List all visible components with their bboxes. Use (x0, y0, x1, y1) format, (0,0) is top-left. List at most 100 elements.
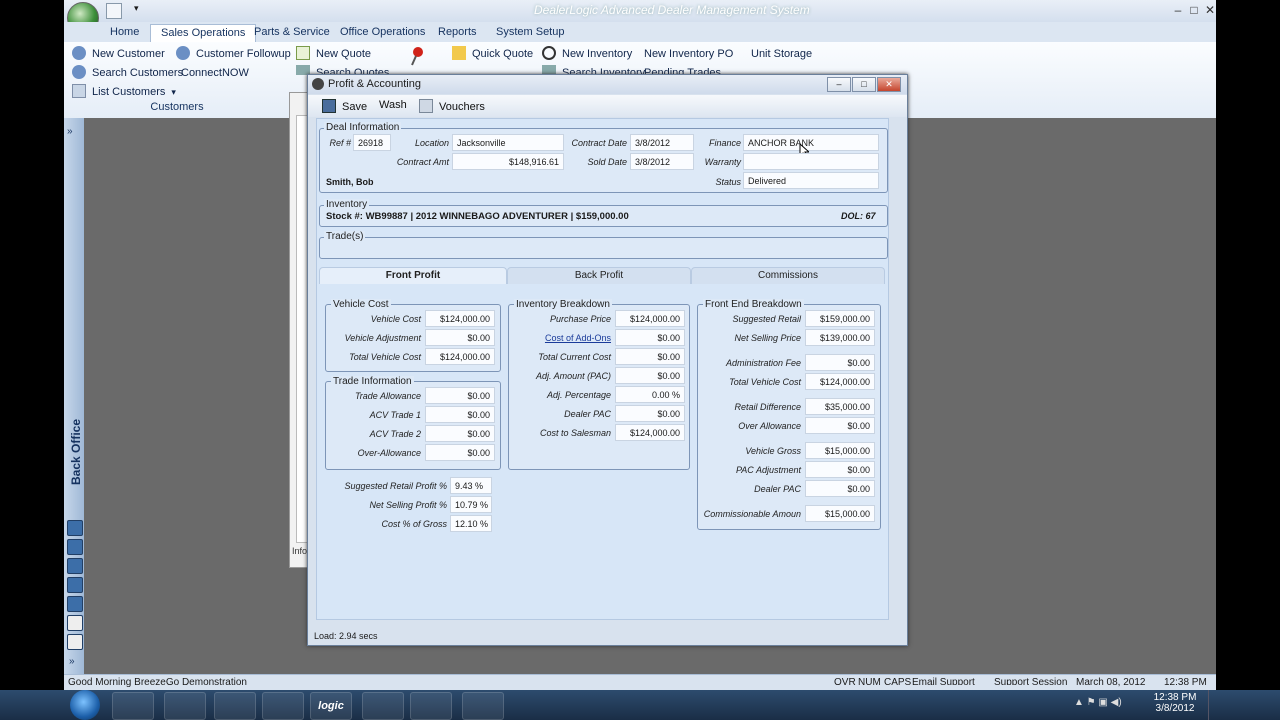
dialog-maximize-icon[interactable]: □ (852, 77, 876, 92)
trade-allowance-field[interactable]: $0.00 (425, 387, 495, 404)
suggested-retail-profit-field[interactable]: 9.43 % (450, 477, 492, 494)
browser-icon[interactable] (410, 692, 452, 720)
tab-back-profit[interactable]: Back Profit (507, 267, 691, 284)
tab-office-operations[interactable]: Office Operations (330, 24, 435, 41)
quick-quote-button[interactable]: Quick Quote (452, 46, 533, 62)
cost-of-add-ons-label[interactable]: Cost of Add-Ons (545, 333, 611, 343)
close-icon[interactable]: ✕ (1202, 2, 1218, 18)
vehicle-cost-field[interactable]: $124,000.00 (425, 310, 495, 327)
fe-total-vehicle-cost-field[interactable]: $124,000.00 (805, 373, 875, 390)
outlook-icon[interactable] (214, 692, 256, 720)
connect-now-button[interactable]: ConnectNOW (181, 65, 249, 81)
network-icon[interactable] (164, 692, 206, 720)
left-rail: » Back Office » (64, 118, 84, 674)
contract-amt-field[interactable]: $148,916.61 (452, 153, 564, 170)
rail-more-icon[interactable]: » (69, 656, 75, 667)
rail-icon-5[interactable] (67, 596, 83, 612)
adj-amount-field[interactable]: $0.00 (615, 367, 685, 384)
rail-icon-4[interactable] (67, 577, 83, 593)
dialog-close-icon[interactable]: ✕ (877, 77, 901, 92)
vehicle-gross-field[interactable]: $15,000.00 (805, 442, 875, 459)
rail-icon-3[interactable] (67, 558, 83, 574)
fe-dealer-pac-field[interactable]: $0.00 (805, 480, 875, 497)
suggested-retail-field[interactable]: $159,000.00 (805, 310, 875, 327)
net-selling-price-field[interactable]: $139,000.00 (805, 329, 875, 346)
unit-storage-button[interactable]: Unit Storage (751, 46, 812, 62)
retail-difference-label: Retail Difference (734, 402, 801, 412)
adj-percentage-field[interactable]: 0.00 % (615, 386, 685, 403)
net-selling-profit-field[interactable]: 10.79 % (450, 496, 492, 513)
quick-access-dropdown-icon[interactable]: ▾ (134, 3, 139, 14)
purchase-price-field[interactable]: $124,000.00 (615, 310, 685, 327)
rail-icon-7[interactable] (67, 634, 83, 650)
save-icon (322, 99, 336, 113)
file-explorer-icon[interactable] (112, 692, 154, 720)
tab-parts-service[interactable]: Parts & Service (244, 24, 340, 41)
show-desktop-button[interactable] (1208, 690, 1221, 720)
list-customers-button[interactable]: List Customers ▾ (72, 84, 176, 100)
vouchers-button[interactable]: Vouchers (419, 99, 485, 113)
adj-amount-label: Adj. Amount (PAC) (535, 371, 611, 381)
email-support-link[interactable]: Email Support (912, 675, 975, 685)
fe-over-allowance-field[interactable]: $0.00 (805, 417, 875, 434)
pac-adjustment-field[interactable]: $0.00 (805, 461, 875, 478)
cost-of-add-ons-field[interactable]: $0.00 (615, 329, 685, 346)
customer-followup-button[interactable]: Customer Followup (176, 46, 291, 62)
tab-sales-operations[interactable]: Sales Operations (150, 24, 257, 42)
acv-trade-2-field[interactable]: $0.00 (425, 425, 495, 442)
start-button-icon[interactable] (70, 690, 100, 720)
contract-date-field[interactable]: 3/8/2012 (630, 134, 694, 151)
new-quote-button[interactable]: New Quote (296, 46, 371, 62)
maximize-icon[interactable]: □ (1186, 2, 1202, 18)
tab-reports[interactable]: Reports (428, 24, 487, 41)
expand-icon[interactable]: » (67, 126, 73, 137)
sold-date-field[interactable]: 3/8/2012 (630, 153, 694, 170)
save-button[interactable]: Save (322, 99, 367, 113)
status-field[interactable]: Delivered (743, 172, 879, 189)
cost-percent-of-gross-field[interactable]: 12.10 % (450, 515, 492, 532)
dialog-minimize-icon[interactable]: – (827, 77, 851, 92)
acv-trade-1-field[interactable]: $0.00 (425, 406, 495, 423)
location-field[interactable]: Jacksonville (452, 134, 564, 151)
tab-front-profit[interactable]: Front Profit (319, 267, 507, 284)
tray-clock[interactable]: 12:38 PM 3/8/2012 (1148, 692, 1202, 714)
rail-icon-6[interactable] (67, 615, 83, 631)
rail-icon-1[interactable] (67, 520, 83, 536)
window-icon[interactable] (362, 692, 404, 720)
new-inventory-button[interactable]: New Inventory (542, 46, 632, 62)
ref-field[interactable]: 26918 (353, 134, 391, 151)
over-allowance-field[interactable]: $0.00 (425, 444, 495, 461)
dialog-toolbar: Save Wash Vouchers (308, 95, 907, 117)
search-customers-button[interactable]: Search Customers (72, 65, 183, 81)
tab-home[interactable]: Home (100, 24, 149, 41)
tray-icons[interactable]: ▲ ⚑ ▣ ◀) (1074, 697, 1122, 708)
new-customer-button[interactable]: New Customer (72, 46, 165, 62)
inventory-line[interactable]: Stock #: WB99887 | 2012 WINNEBAGO ADVENT… (326, 211, 629, 222)
total-current-cost-field[interactable]: $0.00 (615, 348, 685, 365)
dealer-pac-field[interactable]: $0.00 (615, 405, 685, 422)
wash-button[interactable]: Wash (379, 99, 407, 111)
commissionable-amount-field[interactable]: $15,000.00 (805, 505, 875, 522)
cost-to-salesman-field[interactable]: $124,000.00 (615, 424, 685, 441)
vehicle-adjustment-field[interactable]: $0.00 (425, 329, 495, 346)
tab-commissions[interactable]: Commissions (691, 267, 885, 284)
total-vehicle-cost-field[interactable]: $124,000.00 (425, 348, 495, 365)
app-window-icon[interactable] (262, 692, 304, 720)
support-session-link[interactable]: Support Session (994, 675, 1067, 685)
back-office-label[interactable]: Back Office (69, 405, 83, 485)
finance-field[interactable]: ANCHOR BANK (743, 134, 879, 151)
warranty-field[interactable] (743, 153, 879, 170)
quick-access-icon[interactable] (106, 3, 122, 19)
cost-of-add-ons-link[interactable]: Cost of Add-Ons (511, 333, 611, 343)
dealerlogic-taskbar-icon[interactable]: logic (310, 692, 352, 720)
chevron-down-icon: ▾ (171, 87, 176, 97)
flower-app-icon[interactable] (462, 692, 504, 720)
administration-fee-field[interactable]: $0.00 (805, 354, 875, 371)
minimize-icon[interactable]: – (1170, 2, 1186, 18)
new-inventory-po-button[interactable]: New Inventory PO (644, 46, 733, 62)
retail-difference-field[interactable]: $35,000.00 (805, 398, 875, 415)
rail-icon-2[interactable] (67, 539, 83, 555)
users-icon (72, 65, 86, 79)
tab-system-setup[interactable]: System Setup (486, 24, 574, 41)
app-title: DealerLogic Advanced Dealer Management S… (534, 3, 810, 17)
